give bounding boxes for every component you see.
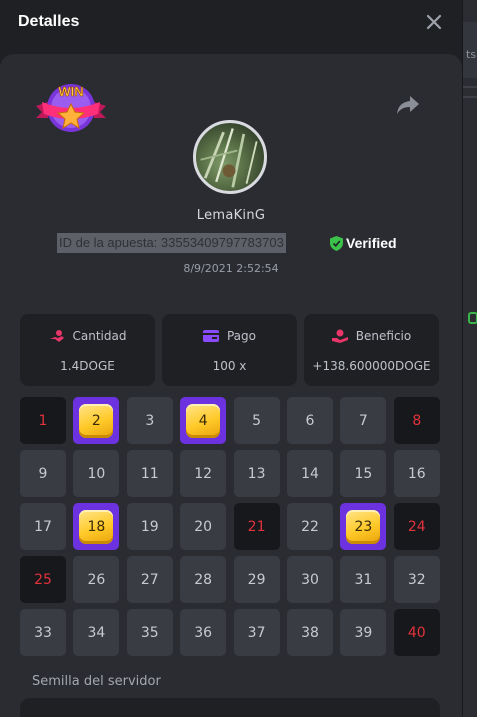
- close-icon[interactable]: [424, 12, 444, 32]
- username: LemaKinG: [196, 208, 266, 223]
- grid-cell-4[interactable]: 4: [180, 397, 227, 444]
- grid-cell-3[interactable]: 3: [126, 397, 173, 444]
- grid-cell-5[interactable]: 5: [233, 397, 280, 444]
- grid-cell-19[interactable]: 19: [126, 503, 173, 550]
- grid-cell-39[interactable]: 39: [340, 609, 387, 656]
- grid-cell-34[interactable]: 34: [73, 609, 120, 656]
- grid-cell-29[interactable]: 29: [233, 556, 280, 603]
- wallet-icon: [202, 330, 219, 342]
- server-seed-label: Semilla del servidor: [32, 674, 161, 689]
- grid-cell-10[interactable]: 10: [73, 450, 120, 497]
- grid-cell-17[interactable]: 17: [20, 503, 66, 550]
- grid-cell-33[interactable]: 33: [20, 609, 66, 656]
- grid-cell-40[interactable]: 40: [393, 609, 440, 656]
- modal-title: Detalles: [18, 13, 80, 30]
- stat-label: Cantidad: [72, 329, 127, 343]
- verified-badge: Verified: [330, 234, 397, 252]
- grid-cell-20[interactable]: 20: [180, 503, 227, 550]
- stat-value: 100 x: [212, 359, 247, 373]
- stat-beneficio: Beneficio +138.600000DOGE: [304, 314, 439, 386]
- background-page-edge: ts: [462, 0, 477, 717]
- stat-value: +138.600000DOGE: [312, 359, 431, 373]
- grid-cell-16[interactable]: 16: [393, 450, 440, 497]
- grid-cell-38[interactable]: 38: [287, 609, 333, 656]
- grid-cell-9[interactable]: 9: [20, 450, 66, 497]
- grid-cell-30[interactable]: 30: [287, 556, 333, 603]
- gem-icon: 4: [186, 403, 221, 438]
- grid-cell-21[interactable]: 21: [233, 503, 280, 550]
- grid-cell-6[interactable]: 6: [287, 397, 333, 444]
- grid-cell-36[interactable]: 36: [180, 609, 227, 656]
- grid-cell-15[interactable]: 15: [340, 450, 387, 497]
- bet-id: ID de la apuesta: 33553409797783703: [57, 233, 286, 253]
- coins-icon: [49, 330, 64, 342]
- win-badge-icon: WIN: [34, 78, 108, 134]
- grid-cell-28[interactable]: 28: [180, 556, 227, 603]
- gem-icon: 18: [79, 509, 114, 544]
- gem-icon: 2: [79, 403, 114, 438]
- verified-label: Verified: [346, 235, 397, 251]
- grid-cell-1[interactable]: 1: [20, 397, 66, 444]
- share-icon[interactable]: [396, 94, 420, 116]
- grid-cell-24[interactable]: 24: [393, 503, 440, 550]
- grid-cell-14[interactable]: 14: [287, 450, 333, 497]
- win-badge-text: WIN: [58, 84, 83, 99]
- shield-check-icon: [330, 235, 343, 251]
- profit-hand-icon: [331, 329, 348, 343]
- grid-cell-8[interactable]: 8: [393, 397, 440, 444]
- avatar: [193, 120, 267, 194]
- grid-cell-7[interactable]: 7: [340, 397, 387, 444]
- grid-cell-31[interactable]: 31: [340, 556, 387, 603]
- grid-cell-22[interactable]: 22: [287, 503, 333, 550]
- grid-cell-18[interactable]: 18: [73, 503, 120, 550]
- grid-cell-37[interactable]: 37: [233, 609, 280, 656]
- stat-cantidad: Cantidad 1.4DOGE: [20, 314, 155, 386]
- server-seed-field[interactable]: [20, 698, 440, 717]
- grid-cell-32[interactable]: 32: [393, 556, 440, 603]
- grid-cell-25[interactable]: 25: [20, 556, 66, 603]
- grid-cell-27[interactable]: 27: [126, 556, 173, 603]
- grid-cell-11[interactable]: 11: [126, 450, 173, 497]
- grid-cell-23[interactable]: 23: [340, 503, 387, 550]
- grid-cell-35[interactable]: 35: [126, 609, 173, 656]
- grid-cell-13[interactable]: 13: [233, 450, 280, 497]
- stat-label: Beneficio: [355, 329, 412, 343]
- grid-cell-2[interactable]: 2: [73, 397, 120, 444]
- bet-date: 8/9/2021 2:52:54: [183, 262, 279, 275]
- stat-pago: Pago 100 x: [162, 314, 297, 386]
- grid-cell-26[interactable]: 26: [73, 556, 120, 603]
- details-modal: Detalles WIN LemaKinG ID de la apuesta: …: [0, 0, 462, 717]
- grid-cell-12[interactable]: 12: [180, 450, 227, 497]
- stat-label: Pago: [226, 329, 256, 343]
- stat-value: 1.4DOGE: [60, 359, 115, 373]
- gem-icon: 23: [346, 509, 381, 544]
